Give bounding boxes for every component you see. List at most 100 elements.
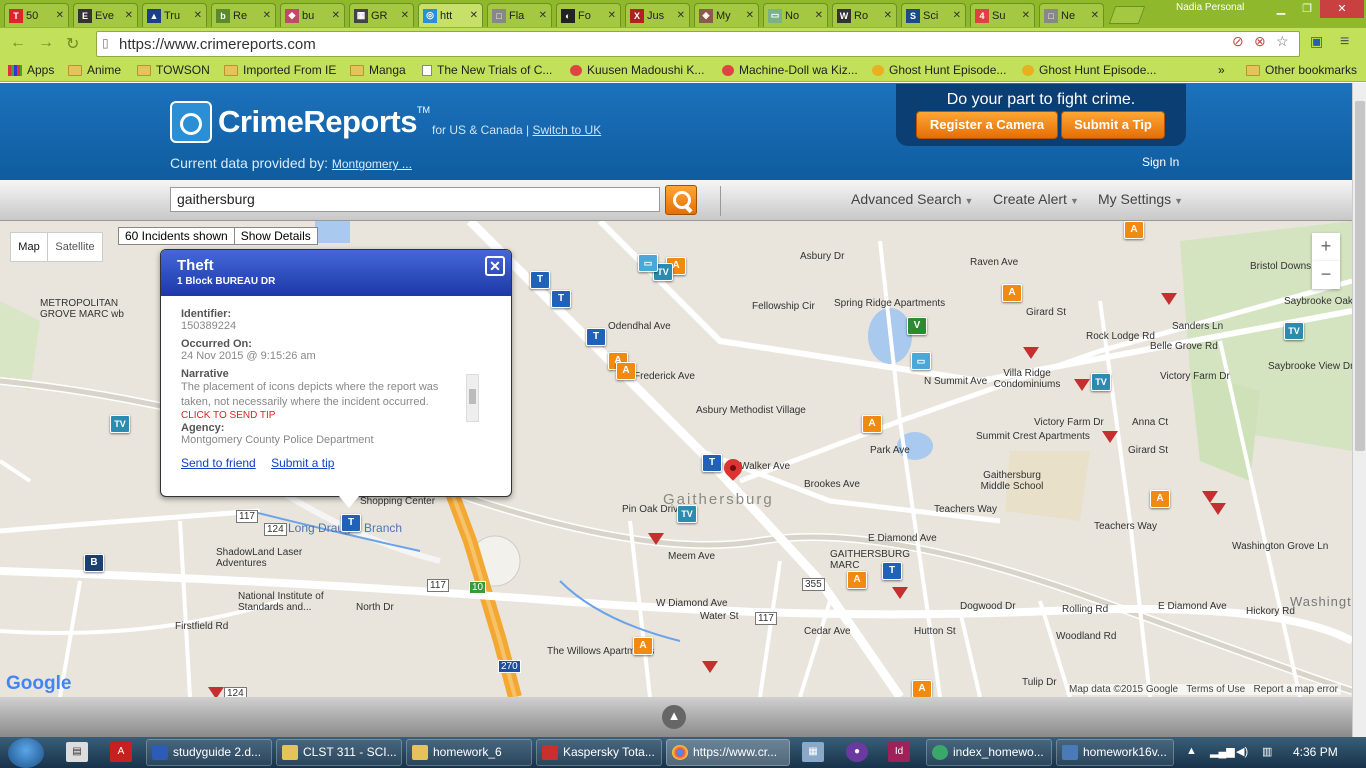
- task-kaspersky[interactable]: Kaspersky Tota...: [536, 739, 662, 766]
- theft-marker[interactable]: T: [551, 290, 571, 308]
- indesign-icon[interactable]: Id: [888, 742, 910, 762]
- tab-close-icon[interactable]: ✕: [263, 10, 271, 21]
- create-alert-menu[interactable]: Create Alert ▼: [993, 191, 1079, 207]
- vehicle-theft-marker[interactable]: TV: [110, 415, 130, 433]
- traffic-marker[interactable]: [208, 687, 224, 697]
- theft-marker[interactable]: T: [530, 271, 550, 289]
- task-studyguide[interactable]: studyguide 2.d...: [146, 739, 272, 766]
- traffic-marker[interactable]: [1023, 347, 1039, 359]
- new-tab-button[interactable]: [1108, 6, 1146, 24]
- bookmark-machine-doll[interactable]: Machine-Doll wa Kiz...: [722, 63, 858, 77]
- browser-tab[interactable]: ◈ My ✕: [694, 3, 759, 27]
- page-scrollbar[interactable]: [1352, 83, 1366, 737]
- close-popup-icon[interactable]: ✕: [485, 256, 505, 276]
- tab-close-icon[interactable]: ✕: [1022, 10, 1030, 21]
- chevron-up-icon[interactable]: ▲: [662, 705, 686, 729]
- submit-tip-button[interactable]: Submit a Tip: [1061, 111, 1165, 139]
- browser-tab[interactable]: □ Fla ✕: [487, 3, 552, 27]
- terms-of-use-link[interactable]: Terms of Use: [1186, 684, 1245, 695]
- search-button[interactable]: [665, 185, 697, 215]
- bookmark-apps[interactable]: Apps: [8, 63, 54, 77]
- blocked-icon[interactable]: ⊘: [1232, 33, 1244, 50]
- vehicle-theft-marker[interactable]: TV: [1284, 322, 1304, 340]
- pdf-icon[interactable]: A: [110, 742, 132, 762]
- bookmark-towson[interactable]: TOWSON: [137, 63, 210, 77]
- narrative-scrollbar[interactable]: [466, 374, 479, 422]
- volume-icon[interactable]: ◀): [1236, 745, 1248, 758]
- bookmarks-overflow-button[interactable]: »: [1218, 63, 1225, 77]
- burglary-marker[interactable]: B: [84, 554, 104, 572]
- bookmark-ghost-hunt-2[interactable]: Ghost Hunt Episode...: [1022, 63, 1156, 77]
- assault-marker[interactable]: A: [862, 415, 882, 433]
- bookmark-kuusen[interactable]: Kuusen Madoushi K...: [570, 63, 704, 77]
- traffic-marker[interactable]: [1102, 431, 1118, 443]
- bookmark-manga[interactable]: Manga: [350, 63, 406, 77]
- browser-tab[interactable]: T 50 ✕: [4, 3, 69, 27]
- tab-close-icon[interactable]: ✕: [194, 10, 202, 21]
- submit-tip-link[interactable]: Submit a tip: [271, 456, 334, 470]
- bookmark-ghost-hunt-1[interactable]: Ghost Hunt Episode...: [872, 63, 1006, 77]
- tray-expand-icon[interactable]: ▲: [1186, 745, 1197, 757]
- location-search-input[interactable]: gaithersburg: [170, 187, 660, 212]
- tab-close-icon[interactable]: ✕: [470, 10, 478, 21]
- assault-marker[interactable]: A: [1002, 284, 1022, 302]
- minimize-button[interactable]: ▁: [1268, 0, 1294, 18]
- assault-marker[interactable]: A: [1150, 490, 1170, 508]
- map-type-satellite-button[interactable]: Satellite: [47, 232, 103, 262]
- browser-tab[interactable]: 4 Su ✕: [970, 3, 1035, 27]
- profile-name[interactable]: Nadia Personal: [1176, 2, 1244, 13]
- task-homework6[interactable]: homework_6: [406, 739, 532, 766]
- register-camera-button[interactable]: Register a Camera: [916, 111, 1058, 139]
- click-to-send-tip-link[interactable]: CLICK TO SEND TIP: [181, 410, 491, 418]
- network-icon[interactable]: ▥: [1262, 745, 1272, 758]
- traffic-marker[interactable]: [892, 587, 908, 599]
- task-homework16[interactable]: homework16v...: [1056, 739, 1174, 766]
- zoom-out-button[interactable]: −: [1312, 261, 1340, 289]
- tab-close-icon[interactable]: ✕: [677, 10, 685, 21]
- browser-tab[interactable]: ▭ No ✕: [763, 3, 828, 27]
- tab-close-icon[interactable]: ✕: [608, 10, 616, 21]
- tab-close-icon[interactable]: ✕: [56, 10, 64, 21]
- map-type-map-button[interactable]: Map: [10, 232, 48, 262]
- close-window-button[interactable]: ✕: [1320, 0, 1364, 18]
- assault-marker[interactable]: A: [847, 571, 867, 589]
- vehicle-theft-marker[interactable]: TV: [677, 505, 697, 523]
- signal-icon[interactable]: ▂▄▆: [1210, 745, 1235, 758]
- bookmark-star-icon[interactable]: ☆: [1276, 33, 1289, 50]
- bookmark-new-trials[interactable]: The New Trials of C...: [422, 63, 552, 77]
- tab-close-icon[interactable]: ✕: [746, 10, 754, 21]
- forward-icon[interactable]: →: [38, 34, 54, 52]
- other-marker[interactable]: ▭: [638, 254, 658, 272]
- start-button[interactable]: [8, 738, 44, 768]
- bookmark-anime[interactable]: Anime: [68, 63, 121, 77]
- provider-link[interactable]: Montgomery ...: [332, 157, 412, 171]
- traffic-marker[interactable]: [648, 533, 664, 545]
- browser-tab[interactable]: ▦ GR ✕: [349, 3, 414, 27]
- back-icon[interactable]: ←: [10, 34, 26, 52]
- sign-in-link[interactable]: Sign In: [1142, 155, 1179, 169]
- tab-close-icon[interactable]: ✕: [539, 10, 547, 21]
- traffic-marker[interactable]: [1210, 503, 1226, 515]
- browser-tab[interactable]: X Jus ✕: [625, 3, 690, 27]
- calculator-icon[interactable]: ▦: [802, 742, 824, 762]
- browser-tab[interactable]: ◎ htt ✕: [418, 3, 483, 27]
- theft-marker[interactable]: T: [882, 562, 902, 580]
- task-clst[interactable]: CLST 311 - SCI...: [276, 739, 402, 766]
- crimereports-logo[interactable]: CrimeReports TM: [170, 101, 430, 143]
- browser-tab[interactable]: ◐ Fo ✕: [556, 3, 621, 27]
- maximize-button[interactable]: ❐: [1294, 0, 1320, 18]
- traffic-marker[interactable]: [702, 661, 718, 673]
- assault-marker[interactable]: A: [912, 680, 932, 697]
- tab-close-icon[interactable]: ✕: [125, 10, 133, 21]
- traffic-marker[interactable]: [1202, 491, 1218, 503]
- theft-marker[interactable]: T: [341, 514, 361, 532]
- assault-marker[interactable]: A: [633, 637, 653, 655]
- send-to-friend-link[interactable]: Send to friend: [181, 456, 256, 470]
- vehicle-theft-marker[interactable]: TV: [1091, 373, 1111, 391]
- switch-to-uk-link[interactable]: Switch to UK: [533, 123, 602, 137]
- theft-marker[interactable]: T: [702, 454, 722, 472]
- tab-close-icon[interactable]: ✕: [953, 10, 961, 21]
- tab-close-icon[interactable]: ✕: [884, 10, 892, 21]
- tab-close-icon[interactable]: ✕: [332, 10, 340, 21]
- app-icon[interactable]: ●: [846, 742, 868, 762]
